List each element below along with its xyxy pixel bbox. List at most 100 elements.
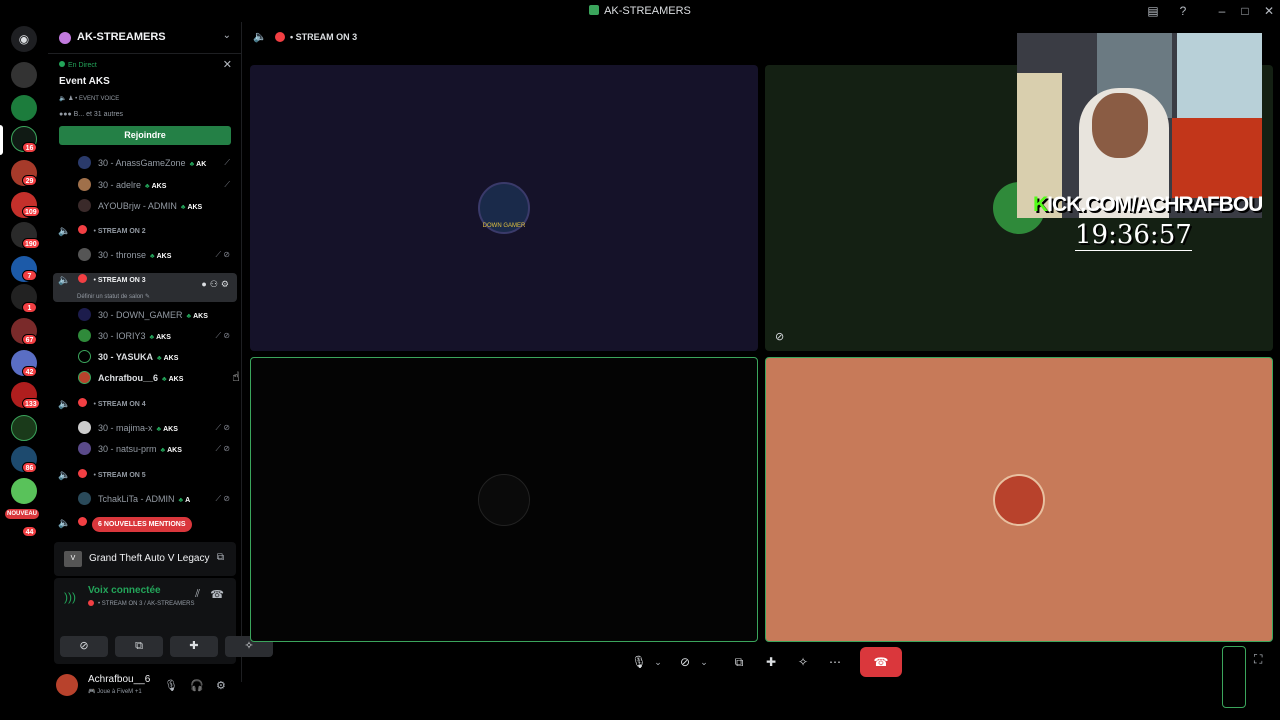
gear-icon[interactable]: ⚙ — [221, 279, 232, 289]
mic-muted-icon: ⟋ ⊘ — [215, 444, 230, 453]
activity-panel[interactable]: V Grand Theft Auto V Legacy ⧉ — [54, 542, 236, 576]
server-tag: ♣ AKS — [156, 426, 178, 433]
guild-header[interactable]: AK-STREAMERS ⌄ — [48, 22, 242, 54]
leaf-icon: ♣ — [149, 334, 155, 341]
mic-muted-icon: ⟋ — [224, 158, 230, 167]
leaf-icon: ♣ — [186, 313, 192, 320]
brand-logo — [1222, 646, 1246, 708]
server-badge: 133 — [22, 398, 40, 409]
help-icon[interactable]: ? — [1175, 3, 1191, 19]
server-tag: ♣ AKS — [157, 355, 179, 362]
participant-tile[interactable] — [250, 357, 758, 642]
voice-member[interactable]: Achrafbou__6 ♣ AKS — [78, 371, 183, 387]
disconnect-icon[interactable]: ☎ — [210, 588, 224, 601]
fullscreen-icon[interactable]: ⛶ — [1254, 652, 1262, 667]
noise-suppression-icon[interactable]: ⫽ — [195, 588, 200, 601]
stream-game-icon[interactable]: ⧉ — [217, 552, 224, 563]
participant-tile[interactable] — [765, 357, 1273, 642]
voice-member[interactable]: 30 - IORIY3 ♣ AKS — [78, 329, 171, 345]
headphones-icon[interactable]: 🎧 — [190, 679, 204, 692]
leaf-icon: ♣ — [189, 161, 195, 168]
event-title: Event AKS — [59, 76, 110, 87]
server-tag: ♣ AKS — [145, 183, 167, 190]
close-icon[interactable]: ✕ — [223, 58, 232, 71]
camera-off-button[interactable]: ⊘ — [60, 636, 108, 657]
voice-member[interactable]: 30 - AnassGameZone ♣ AK — [78, 156, 206, 172]
server-icon[interactable] — [11, 95, 37, 121]
voice-channel-stream-2[interactable]: 🔈 • STREAM ON 2 — [58, 225, 146, 243]
event-card: En Direct ✕ Event AKS 🔈 ♟ • EVENT VOICE … — [54, 56, 236, 148]
kick-url-overlay: KICK.COM/ACHRAFBOU_6 — [1033, 193, 1262, 216]
voice-member[interactable]: 30 - adelre ♣ AKS — [78, 178, 166, 194]
activities-button[interactable]: ✚ — [170, 636, 218, 657]
channel-status-hint[interactable]: Définir un statut de salon ✎ — [77, 293, 150, 300]
avatar — [78, 329, 91, 342]
participant-tile[interactable]: DOWN GAMER — [250, 65, 758, 351]
avatar — [478, 474, 530, 526]
server-tag: ♣ AKS — [160, 447, 182, 454]
avatar — [993, 474, 1045, 526]
inbox-icon[interactable]: ▤ — [1145, 3, 1161, 19]
screen-share-icon[interactable]: ⧉ — [730, 650, 748, 674]
chevron-down-icon[interactable]: ⌄ — [698, 650, 710, 674]
voice-member[interactable]: 30 - thronse ♣ AKS — [78, 248, 171, 264]
avatar: DOWN GAMER — [478, 182, 530, 234]
voice-member[interactable]: 30 - natsu-prm ♣ AKS — [78, 442, 182, 458]
avatar — [78, 442, 91, 455]
chevron-down-icon[interactable]: ⌄ — [652, 650, 664, 674]
voice-member[interactable]: AYOUBrjw - ADMIN ♣ AKS — [78, 199, 202, 215]
speaker-muted-icon: 🔈 — [58, 226, 71, 237]
server-badge: 109 — [22, 206, 40, 217]
voice-location[interactable]: • STREAM ON 3 / AK-STREAMERS — [88, 600, 194, 607]
server-badge: 1 — [22, 302, 37, 313]
voice-member[interactable]: 30 - majima-x ♣ AKS — [78, 421, 178, 437]
chat-icon[interactable]: ● — [201, 279, 209, 289]
screen-share-button[interactable]: ⧉ — [115, 636, 163, 657]
activities-icon[interactable]: ✚ — [762, 650, 780, 674]
mic-muted-icon: ⟋ ⊘ — [215, 423, 230, 432]
server-icon[interactable] — [11, 62, 37, 88]
voice-member[interactable]: 30 - YASUKA ♣ AKS — [78, 350, 178, 366]
speaker-muted-icon: 🔈 — [58, 275, 71, 286]
voice-channel-stream-3[interactable]: 🔈 • STREAM ON 3 — [58, 274, 146, 292]
microphone-icon[interactable]: 🎙 — [164, 679, 178, 692]
microphone-icon[interactable]: 🎙 — [630, 650, 648, 674]
invite-icon[interactable]: ⚇ — [210, 279, 221, 289]
server-icon[interactable] — [11, 478, 37, 504]
server-badge: 190 — [22, 238, 40, 249]
voice-channel-stream-5[interactable]: 🔈 • STREAM ON 5 — [58, 469, 146, 487]
voice-member[interactable]: TchakLiTa - ADMIN ♣ A — [78, 492, 190, 508]
soundboard-icon[interactable]: ✧ — [794, 650, 812, 674]
camera-off-icon[interactable]: ⊘ — [676, 650, 694, 674]
signal-icon[interactable]: ))) — [64, 590, 76, 604]
server-icon — [589, 5, 600, 15]
voice-channel-stream-6[interactable]: 🔈 — [58, 517, 93, 535]
disconnect-icon[interactable]: ☎ — [860, 647, 902, 677]
speaker-muted-icon: 🔈 — [58, 518, 71, 529]
close-icon[interactable]: ✕ — [1261, 3, 1277, 19]
mic-muted-icon: ⟋ — [224, 180, 230, 189]
maximize-icon[interactable]: □ — [1237, 3, 1253, 19]
call-controls: 🎙 ⌄ ⊘ ⌄ ⧉ ✚ ✧ ⋯ ☎ — [620, 646, 910, 678]
discord-home-icon[interactable]: ◉ — [11, 26, 37, 52]
minimize-icon[interactable]: – — [1214, 3, 1230, 19]
leaf-icon: ♣ — [150, 253, 155, 260]
voice-member[interactable]: 30 - DOWN_GAMER ♣ AKS — [78, 308, 208, 324]
server-icon[interactable] — [11, 415, 37, 441]
voice-channel-stream-4[interactable]: 🔈 • STREAM ON 4 — [58, 398, 146, 416]
server-rail: ◉ 16 29 109 190 7 1 67 42 133 86 NOUVEAU… — [0, 22, 48, 682]
join-button[interactable]: Rejoindre — [59, 126, 231, 145]
voice-status[interactable]: Voix connectée — [88, 585, 161, 596]
avatar — [78, 492, 91, 505]
more-icon[interactable]: ⋯ — [826, 650, 844, 674]
speaker-muted-icon: 🔈 — [58, 470, 71, 481]
gear-icon[interactable]: ⚙ — [216, 679, 226, 692]
event-voice: 🔈 ♟ • EVENT VOICE — [59, 96, 120, 102]
new-mentions-pill[interactable]: 6 NOUVELLES MENTIONS — [92, 517, 192, 532]
webcam-poster — [1177, 33, 1262, 118]
avatar[interactable] — [56, 674, 78, 696]
avatar — [78, 178, 91, 191]
server-badge: 7 — [22, 270, 37, 281]
chevron-down-icon[interactable]: ⌄ — [223, 30, 231, 41]
user-name[interactable]: Achrafbou__6 — [88, 674, 150, 685]
